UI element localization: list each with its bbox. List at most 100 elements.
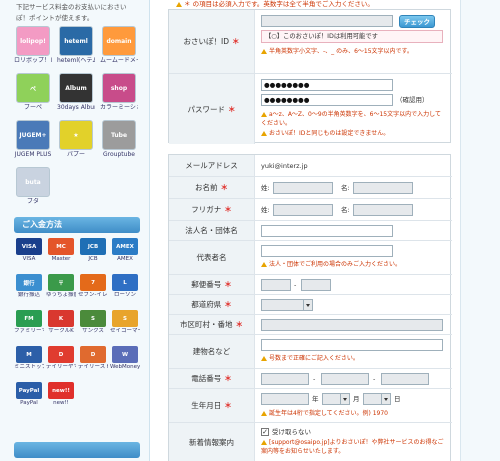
service-link[interactable]: ★ パプー: [57, 120, 95, 158]
payment-label: サンクス: [82, 328, 104, 334]
phone-1-input[interactable]: [261, 373, 309, 385]
city-address-input[interactable]: [261, 319, 443, 331]
password-input[interactable]: ●●●●●●●●: [261, 79, 393, 91]
account-block: おさいぽ！ID＊ xxxx チェック 【○】このおさいぽ！IDは利用可能です 半…: [168, 9, 452, 144]
row-city: 市区町村・番地＊: [169, 315, 452, 335]
sidebar: 下記サービス料金のお支払いにおさいぽ！ポイントが使えます。 lolipop! ロリ…: [0, 0, 150, 461]
payment-method: Sセイコーマート: [110, 310, 140, 335]
service-link[interactable]: domainムームードメイン: [100, 26, 138, 64]
last-name-kana-input[interactable]: [273, 204, 333, 216]
service-label: ムームードメイン: [100, 57, 138, 64]
payment-method: PayPal PayPal: [14, 382, 44, 407]
payment-label: ミニストップ: [14, 364, 44, 370]
building-input[interactable]: [261, 339, 443, 351]
lolipop-icon: lolipop!: [16, 26, 50, 56]
payment-method: M ミニストップ: [14, 346, 44, 371]
service-link[interactable]: Tube Grouptube: [100, 120, 138, 158]
label-city: 市区町村・番地＊: [169, 315, 255, 334]
service-link[interactable]: Album30days Album: [57, 73, 95, 111]
first-name-input[interactable]: [353, 182, 413, 194]
birth-day-select[interactable]: [363, 393, 391, 405]
jcb-icon: JCB: [80, 238, 106, 255]
payment-label: Master: [51, 256, 71, 262]
password-confirm-input[interactable]: ●●●●●●●●: [261, 94, 393, 106]
row-corp: 法人名・団体名: [169, 221, 452, 241]
payment-method: new!! new!!: [46, 382, 76, 407]
familymart-icon: FM: [16, 310, 42, 327]
chevron-down-icon: [381, 394, 390, 404]
service-link[interactable]: hetemlheteml(ヘテムル): [57, 26, 95, 64]
bank-transfer-icon: 銀行: [16, 274, 42, 291]
circle-k-icon: K: [48, 310, 74, 327]
visa-icon: VISA: [16, 238, 42, 255]
papoo-icon: ★: [59, 120, 93, 150]
payment-method: JCB JCB: [78, 238, 108, 263]
corp-name-input[interactable]: [261, 225, 393, 237]
row-building: 建物名など 号数まで正確にご記入ください。: [169, 335, 452, 369]
profile-block: メールアドレス yuki@interz.jp お名前＊ 姓: 名: フリガナ＊ …: [168, 154, 452, 461]
phone-2-input[interactable]: [321, 373, 369, 385]
payment-label: ゆうちょ振替: [46, 292, 76, 298]
zip-code-2-input[interactable]: [301, 279, 331, 291]
heteml-icon: heteml: [59, 26, 93, 56]
paypal-icon: PayPal: [16, 382, 42, 399]
id-check-button[interactable]: チェック: [399, 15, 435, 28]
id-input[interactable]: xxxx: [261, 15, 393, 27]
zip-code-1-input[interactable]: [261, 279, 291, 291]
service-link[interactable]: JUGEM+ JUGEM PLUS: [14, 120, 52, 158]
daily-yamazaki-icon: D: [48, 346, 74, 363]
ministop-icon: M: [16, 346, 42, 363]
payment-label: セイコーマート: [110, 328, 140, 334]
webmoney-icon: W: [112, 346, 138, 363]
warning-icon: [176, 1, 182, 7]
label-birthday: 生年月日＊: [169, 389, 255, 422]
id-availability-message: 【○】このおさいぽ！IDは利用可能です: [261, 30, 443, 43]
muumuu-domain-icon: domain: [102, 26, 136, 56]
chevron-down-icon: [340, 394, 349, 404]
service-link[interactable]: ペブーペ: [14, 73, 52, 111]
petit-icon: ペ: [16, 73, 50, 103]
representative-input[interactable]: [261, 245, 393, 257]
payment-method: 〒ゆうちょ振替: [46, 274, 76, 299]
row-name: お名前＊ 姓: 名:: [169, 177, 452, 199]
label-rep: 代表者名: [169, 241, 255, 274]
warning-icon: [261, 356, 267, 361]
id-note: 半角英数字小文字、-、_ のみ、6〜15文字以内です。: [261, 47, 443, 56]
label-zip: 郵便番号＊: [169, 275, 255, 294]
label-pref: 都道府県＊: [169, 295, 255, 314]
phone-3-input[interactable]: [381, 373, 429, 385]
row-newsletter: 新着情報案内 ✓ 受け取らない [support@osaipo.jp]よりおさい…: [169, 423, 452, 461]
password-note-2: おさいぽ！IDと同じものは設定できません。: [261, 129, 443, 138]
service-label: ブタ: [26, 198, 39, 205]
payment-method: W WebMoney: [110, 346, 140, 371]
payment-label: 銀行振込: [17, 292, 40, 298]
label-newsletter: 新着情報案内: [169, 423, 255, 461]
service-label: ロリポップ！レンタルサーバー: [14, 57, 52, 64]
newsletter-optout-checkbox[interactable]: ✓: [261, 428, 269, 436]
service-link[interactable]: shopカラーミーショップ: [100, 73, 138, 111]
service-link[interactable]: lolipop!ロリポップ！レンタルサーバー: [14, 26, 52, 64]
first-name-kana-input[interactable]: [353, 204, 413, 216]
service-label: Grouptube: [103, 151, 135, 158]
mastercard-icon: MC: [48, 238, 74, 255]
payment-label: ファミリーマート: [14, 328, 44, 334]
label-furigana: フリガナ＊: [169, 199, 255, 220]
30days-album-icon: Album: [59, 73, 93, 103]
password-confirm-label: （確認用）: [396, 96, 429, 104]
warning-icon: [261, 411, 267, 416]
payment-method: Dデイリーストア: [78, 346, 108, 371]
last-name-input[interactable]: [273, 182, 333, 194]
right-margin: [460, 0, 500, 461]
service-link[interactable]: buta ブタ: [14, 167, 52, 205]
buta-icon: buta: [16, 167, 50, 197]
colorme-shop-icon: shop: [102, 73, 136, 103]
birth-month-select[interactable]: [322, 393, 350, 405]
prefecture-select[interactable]: [261, 299, 313, 311]
birth-year-input[interactable]: [261, 393, 309, 405]
sidebar-note: 下記サービス料金のお支払いにおさいぽ！ポイントが使えます。: [16, 3, 127, 22]
newsletter-checkbox-label[interactable]: 受け取らない: [272, 428, 311, 436]
row-birthday: 生年月日＊ 年 月 日 誕生年は4桁で指定してください。例) 1970: [169, 389, 452, 423]
daily-store-icon: D: [80, 346, 106, 363]
payment-label: ローソン: [113, 292, 136, 298]
payment-label: サークルK: [48, 328, 74, 334]
